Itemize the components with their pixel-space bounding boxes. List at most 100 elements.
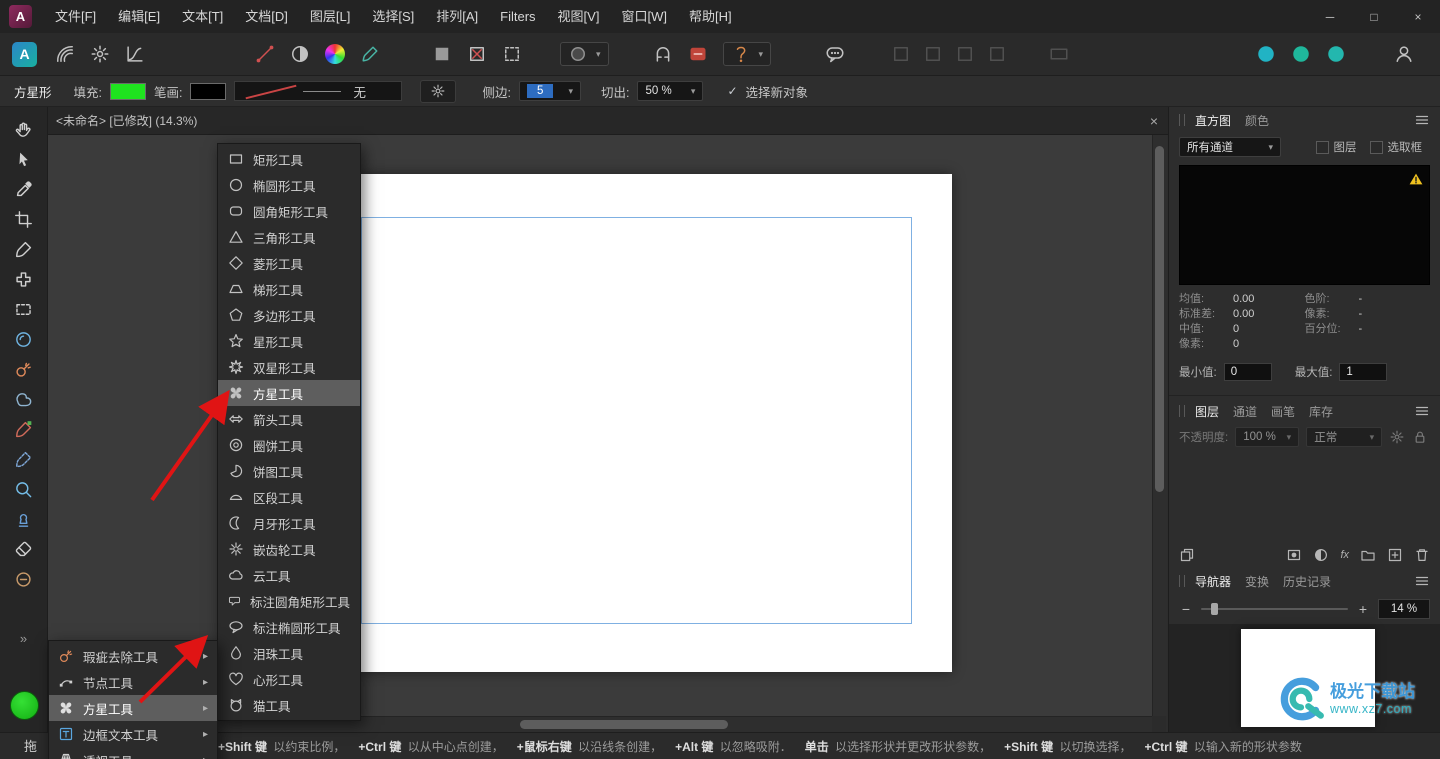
zoom-level-input[interactable]: 14 % (1378, 599, 1430, 619)
stamp-tool[interactable] (9, 504, 39, 534)
teal-badge-icon[interactable] (1291, 44, 1311, 64)
shape-menu-item[interactable]: 方星工具 (218, 380, 360, 406)
shape-settings-button[interactable] (420, 80, 456, 103)
shape-menu-item[interactable]: 多边形工具 (218, 302, 360, 328)
shape-menu-item[interactable]: 椭圆形工具 (218, 172, 360, 198)
menubar-item[interactable]: 窗口[W] (610, 0, 678, 33)
patch-tool[interactable] (9, 384, 39, 414)
cutout-select[interactable]: 50 % ▾ (637, 81, 703, 101)
menubar-item[interactable]: 排列[A] (425, 0, 489, 33)
panel-grip[interactable] (1179, 575, 1185, 587)
tool-flyout-item[interactable]: 瑕疵去除工具▸ (49, 643, 217, 669)
shape-menu-item[interactable]: 梯形工具 (218, 276, 360, 302)
shape-menu-item[interactable]: 猫工具 (218, 692, 360, 718)
zoom-tool[interactable] (9, 474, 39, 504)
histogram-tab[interactable]: 直方图 (1195, 112, 1231, 129)
snapping-preset-icon[interactable] (688, 44, 708, 64)
stroke-style-control[interactable]: 无 (234, 81, 402, 101)
app-icon[interactable]: A (9, 5, 32, 28)
max-value-input[interactable]: 1 (1339, 363, 1387, 381)
brush-shape-select-dropdown[interactable]: ▾ (560, 42, 609, 66)
zoom-out-button[interactable]: − (1179, 601, 1193, 617)
shape-menu-item[interactable]: 饼图工具 (218, 458, 360, 484)
adjustment-layer-icon[interactable] (1313, 547, 1329, 563)
fill-swatch[interactable] (110, 83, 146, 100)
select-new-object-checkbox[interactable]: ✓ (727, 84, 737, 98)
precision-settings-icon[interactable] (90, 44, 110, 64)
navigator-tab[interactable]: 历史记录 (1283, 573, 1331, 590)
panel-grip[interactable] (1179, 405, 1185, 417)
shape-menu-item[interactable]: 月牙形工具 (218, 510, 360, 536)
layers-checkbox[interactable] (1316, 141, 1329, 154)
tool-flyout-item[interactable]: 边框文本工具▸ (49, 721, 217, 747)
brush-shape-select[interactable] (568, 44, 588, 64)
marquee-checkbox[interactable] (1370, 141, 1383, 154)
color-picker-tool[interactable] (9, 174, 39, 204)
tool-flyout-item[interactable]: 透视工具▸ (49, 747, 217, 759)
menubar-item[interactable]: 帮助[H] (678, 0, 743, 33)
shape-menu-item[interactable]: 三角形工具 (218, 224, 360, 250)
vertical-scrollbar-thumb[interactable] (1155, 146, 1164, 492)
histogram-tab[interactable]: 颜色 (1245, 112, 1269, 129)
assistant-icon[interactable] (825, 44, 845, 64)
menubar-item[interactable]: 文本[T] (171, 0, 234, 33)
shape-menu-item[interactable]: 菱形工具 (218, 250, 360, 276)
eraser-tool[interactable] (9, 534, 39, 564)
shape-menu-item[interactable]: 标注椭圆形工具 (218, 614, 360, 640)
teal-badge-icon[interactable] (1256, 44, 1276, 64)
shape-menu-item[interactable]: 心形工具 (218, 666, 360, 692)
color-wheel-icon[interactable] (325, 44, 345, 64)
zoom-slider[interactable] (1201, 608, 1348, 610)
panel-menu-icon[interactable] (1414, 403, 1430, 419)
layers-list[interactable] (1169, 450, 1440, 542)
menubar-item[interactable]: 视图[V] (547, 0, 611, 33)
flood-select-tool[interactable] (9, 324, 39, 354)
layers-tab[interactable]: 画笔 (1271, 403, 1295, 420)
expand-tools-icon[interactable]: » (0, 631, 47, 646)
shape-menu-item[interactable]: 星形工具 (218, 328, 360, 354)
panel-menu-icon[interactable] (1414, 573, 1430, 589)
menubar-item[interactable]: 编辑[E] (107, 0, 171, 33)
shape-menu-item[interactable]: 圈饼工具 (218, 432, 360, 458)
layers-tab[interactable]: 图层 (1195, 403, 1219, 420)
layer-effects-icon[interactable]: fx (1340, 549, 1349, 561)
shape-menu-item[interactable]: 泪珠工具 (218, 640, 360, 666)
move-tool[interactable] (9, 144, 39, 174)
layer-settings-icon[interactable] (1389, 429, 1405, 445)
stroke-swatch[interactable] (190, 83, 226, 100)
menubar-item[interactable]: 选择[S] (361, 0, 425, 33)
navigator-tab[interactable]: 变换 (1245, 573, 1269, 590)
shape-menu-item[interactable]: 云工具 (218, 562, 360, 588)
paint-brush-tool[interactable] (9, 234, 39, 264)
shape-menu-item[interactable]: 矩形工具 (218, 146, 360, 172)
tool-flyout-item[interactable]: 节点工具▸ (49, 669, 217, 695)
contrast-icon[interactable] (290, 44, 310, 64)
vector-brush-icon[interactable] (360, 44, 380, 64)
mask-layer-icon[interactable] (1286, 547, 1302, 563)
selection-outline-icon[interactable] (502, 44, 522, 64)
line-style-icon[interactable] (255, 44, 275, 64)
crop-tool[interactable] (9, 204, 39, 234)
add-layer-icon[interactable] (1387, 547, 1403, 563)
selection-mode-icon[interactable] (432, 44, 452, 64)
snapping-icon[interactable] (653, 44, 673, 64)
account-icon[interactable] (1394, 44, 1414, 64)
shape-menu-item[interactable]: 嵌齿轮工具 (218, 536, 360, 562)
group-layers-icon[interactable] (1360, 547, 1376, 563)
navigator-tab[interactable]: 导航器 (1195, 573, 1231, 590)
min-value-input[interactable]: 0 (1224, 363, 1272, 381)
horizontal-scrollbar-thumb[interactable] (520, 720, 728, 729)
shape-menu-item[interactable]: 圆角矩形工具 (218, 198, 360, 224)
marquee-tool[interactable] (9, 294, 39, 324)
tool-flyout-item[interactable]: 方星工具▸ (49, 695, 217, 721)
blend-mode-select[interactable]: 正常 ▾ (1306, 427, 1382, 447)
vertical-scrollbar-track[interactable] (1152, 135, 1167, 716)
duplicate-layer-icon[interactable] (1179, 547, 1195, 563)
pixel-alignment-icon-dropdown[interactable]: ▾ (723, 42, 772, 66)
rotate-view-icon[interactable] (55, 44, 75, 64)
deselect-icon[interactable] (467, 44, 487, 64)
curves-icon[interactable] (125, 44, 145, 64)
document-tab[interactable]: <未命名> [已修改] (14.3%) (56, 112, 197, 129)
close-document-icon[interactable]: × (1150, 113, 1158, 129)
healing-tool[interactable] (9, 264, 39, 294)
